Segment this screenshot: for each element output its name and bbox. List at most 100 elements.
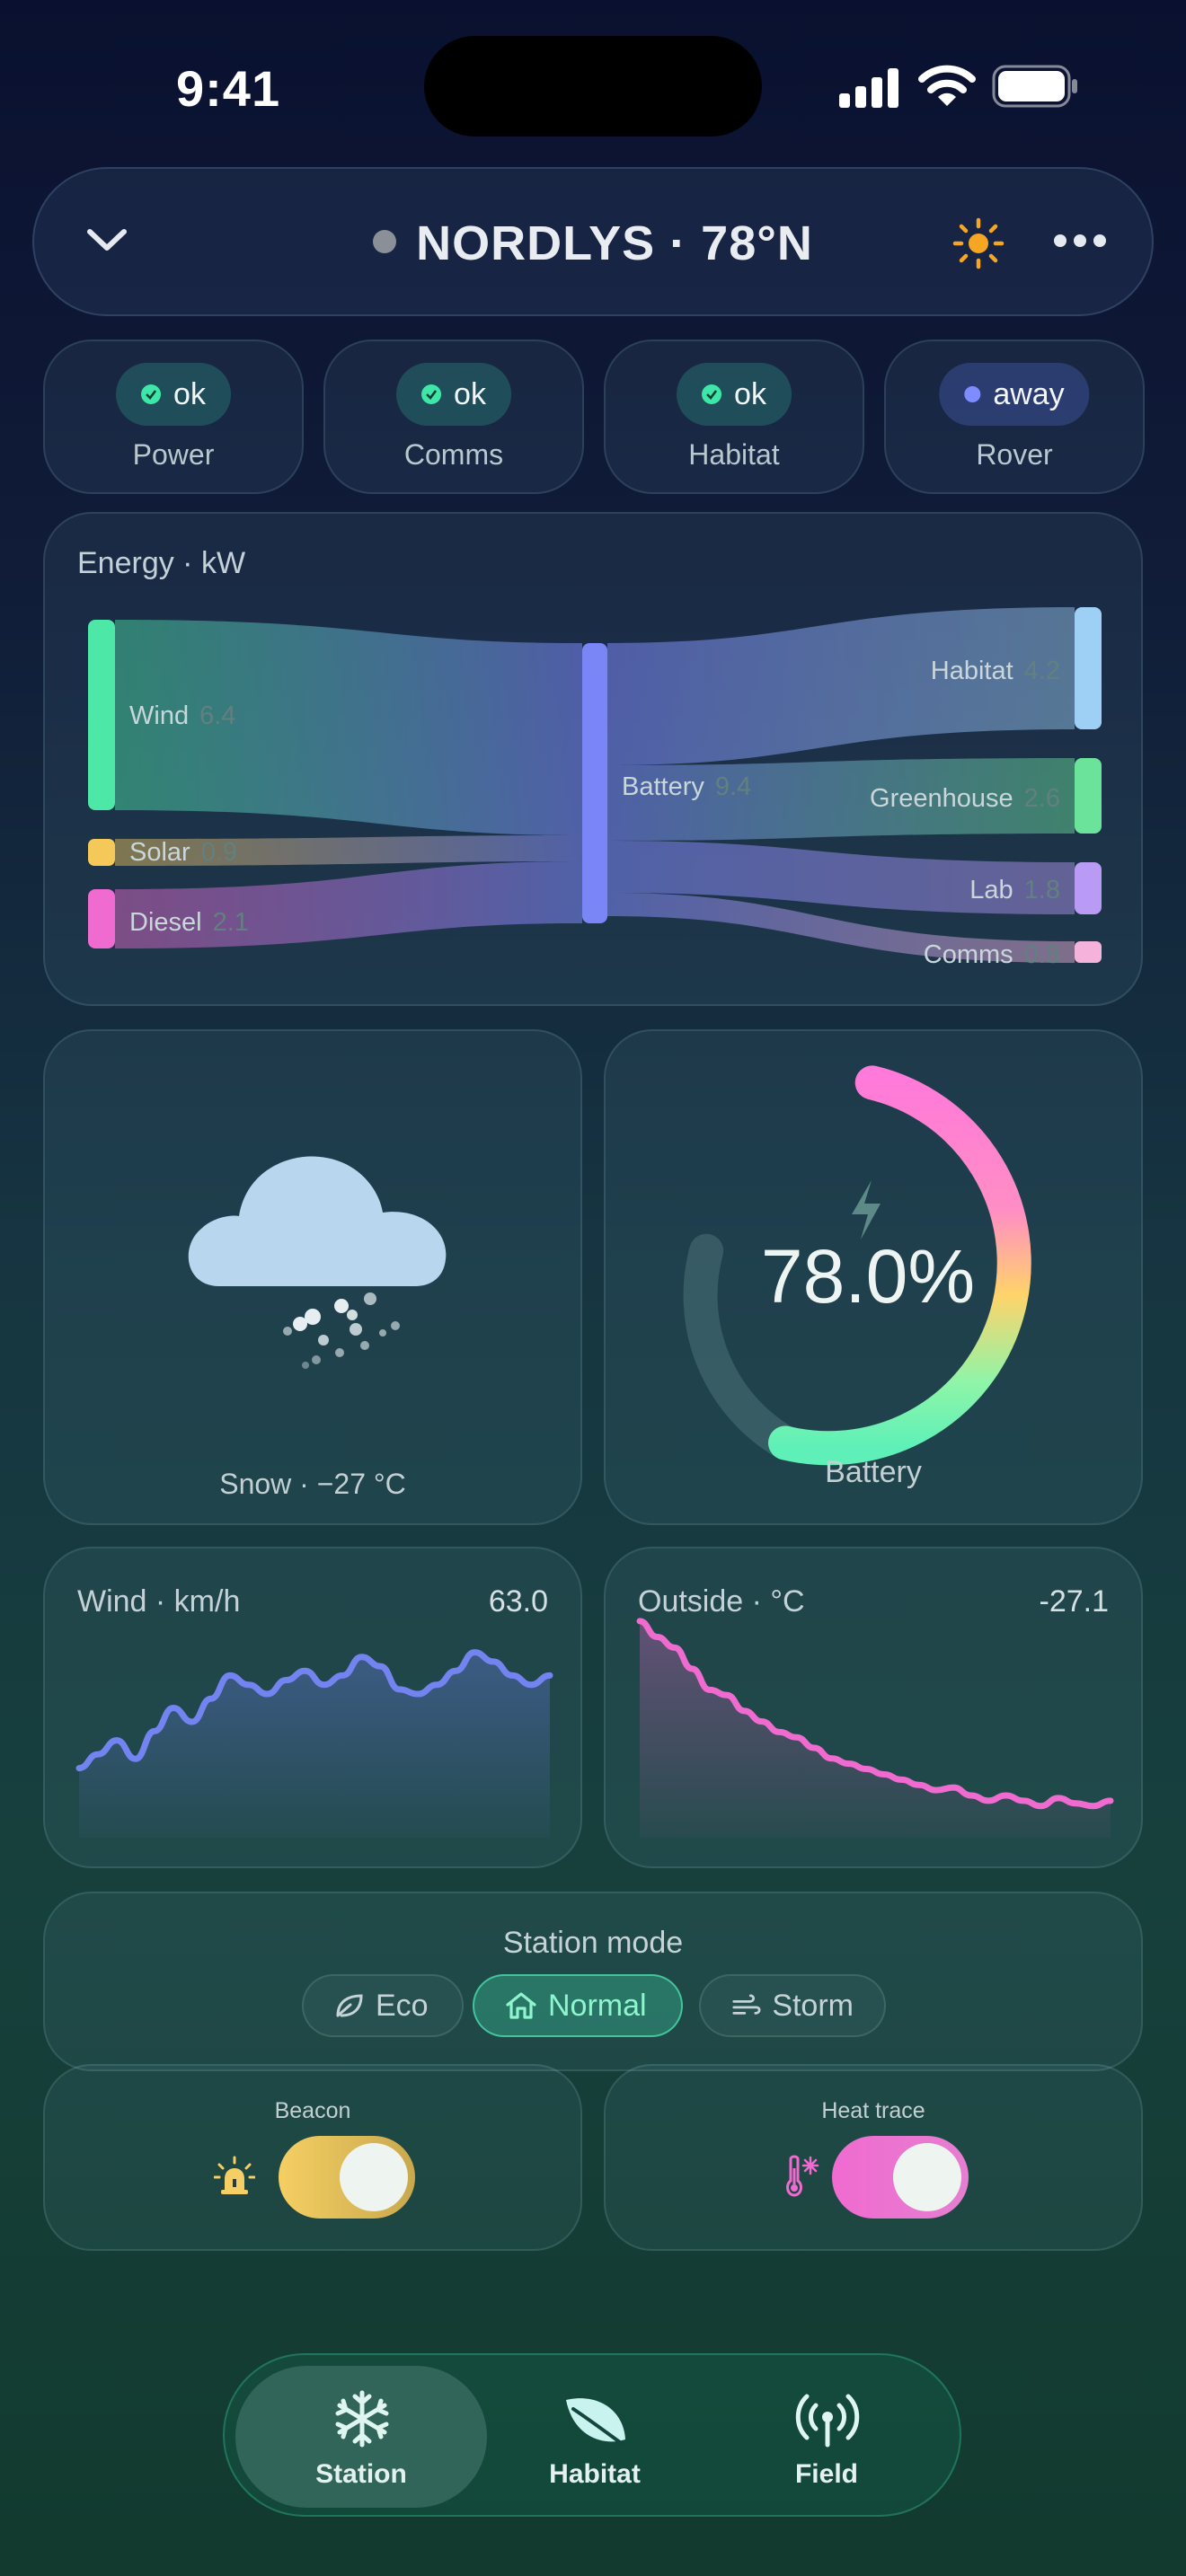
cellular-signal-icon (839, 68, 898, 108)
system-card-power[interactable]: ok Power (43, 340, 304, 494)
svg-text:Habitat4.2: Habitat 4.2 (931, 657, 1060, 685)
station-title-text: NORDLYS · 78°N (416, 216, 813, 270)
battery-gauge: 78.0% (683, 1065, 1031, 1466)
value-comms: 0.8 (1024, 940, 1060, 969)
label-greenhouse: Greenhouse (870, 784, 1013, 813)
snow-cloud-icon (188, 1156, 447, 1369)
connection-dot (373, 229, 397, 253)
more-icon[interactable] (1053, 232, 1107, 250)
label-battery: Battery (622, 772, 704, 801)
tab-habitat-label: Habitat (549, 2459, 641, 2489)
system-card-habitat[interactable]: ok Habitat (604, 340, 864, 494)
status-time: 9:41 (176, 60, 281, 117)
svg-text:Wind6.4: Wind 6.4 (129, 701, 235, 730)
mode-normal-label: Normal (548, 1988, 647, 2023)
mode-storm-button[interactable]: Storm (699, 1974, 886, 2037)
tab-station-label: Station (315, 2459, 407, 2489)
heat-trace-label: Heat trace (821, 2098, 925, 2123)
status-text: ok (173, 376, 206, 411)
battery-percent: 78.0% (761, 1234, 975, 1319)
svg-text:Battery9.4: Battery 9.4 (622, 772, 751, 801)
node-lab[interactable] (1075, 862, 1102, 914)
heat-trace-toggle[interactable] (832, 2136, 969, 2219)
tab-field[interactable]: Field (701, 2366, 952, 2508)
node-battery[interactable] (582, 643, 607, 923)
snowflake-icon (335, 2390, 389, 2448)
status-text: away (993, 376, 1065, 411)
temp-chart-card[interactable]: Outside · °C -27.1 (604, 1547, 1143, 1868)
value-greenhouse: 2.6 (1024, 784, 1060, 813)
station-mode-card: Station mode Eco Normal Storm (43, 1892, 1143, 2071)
node-greenhouse[interactable] (1075, 758, 1102, 834)
status-text: ok (454, 376, 486, 411)
status-text: ok (734, 376, 766, 411)
energy-sankey: Wind 6.4 Solar 0.9 Diesel 2.1 Battery 9.4 Ha… (88, 607, 1102, 969)
thermometer-snow-icon (786, 2155, 819, 2197)
wind-chart-card[interactable]: Wind · km/h 63.0 (43, 1547, 582, 1868)
battery-card[interactable]: 78.0% Battery (604, 1029, 1143, 1525)
value-lab: 1.8 (1024, 876, 1060, 904)
status-chip: away (939, 363, 1090, 426)
svg-text:Solar0.9: Solar 0.9 (129, 838, 237, 867)
leaf-icon (336, 1994, 363, 2017)
label-lab: Lab (969, 876, 1013, 904)
wind-chart (75, 1649, 553, 1838)
system-label: Habitat (688, 438, 780, 471)
mode-eco-label: Eco (376, 1988, 429, 2023)
bolt-icon (852, 1180, 881, 1239)
mode-storm-label: Storm (772, 1988, 854, 2023)
node-solar[interactable] (88, 839, 115, 866)
node-diesel[interactable] (88, 889, 115, 948)
beacon-siren-icon (214, 2156, 255, 2194)
wind-gust-icon (732, 1994, 761, 2015)
node-habitat[interactable] (1075, 607, 1102, 729)
status-dot (964, 386, 981, 402)
system-label: Comms (403, 438, 504, 471)
beacon-card: Beacon (43, 2064, 582, 2251)
svg-text:Greenhouse2.6: Greenhouse 2.6 (870, 784, 1060, 813)
system-label: Power (132, 438, 215, 471)
status-chip: ok (396, 363, 511, 426)
tab-bar: Station Habitat Field (223, 2353, 961, 2517)
antenna-icon (795, 2394, 860, 2448)
tab-station[interactable]: Station (235, 2366, 487, 2508)
heat-trace-card: Heat trace (604, 2064, 1143, 2251)
value-solar: 0.9 (201, 838, 237, 867)
mode-normal-button[interactable]: Normal (473, 1974, 683, 2037)
system-card-rover[interactable]: away Rover (884, 340, 1145, 494)
label-solar: Solar (129, 838, 190, 867)
station-header: NORDLYS · 78°N (32, 167, 1154, 316)
node-comms[interactable] (1075, 941, 1102, 963)
mode-eco-button[interactable]: Eco (302, 1974, 464, 2037)
home-icon (506, 1992, 536, 2019)
value-habitat: 4.2 (1024, 657, 1060, 685)
node-wind[interactable] (88, 620, 115, 810)
system-card-comms[interactable]: ok Comms (323, 340, 584, 494)
beacon-toggle[interactable] (279, 2136, 415, 2219)
value-battery: 9.4 (715, 772, 751, 801)
sun-icon[interactable] (952, 217, 1005, 269)
system-label: Rover (976, 438, 1053, 471)
energy-card: Energy · kW Wind 6.4 Solar 0.9 Diesel 2.… (43, 512, 1143, 1006)
battery-status-icon (992, 65, 1077, 108)
toggle-knob (340, 2143, 408, 2211)
label-habitat: Habitat (931, 657, 1013, 685)
label-comms: Comms (924, 940, 1013, 969)
dynamic-island (424, 36, 762, 137)
value-wind: 6.4 (199, 701, 235, 730)
status-chip: ok (116, 363, 231, 426)
svg-text:Diesel2.1: Diesel 2.1 (129, 908, 249, 937)
status-chip: ok (677, 363, 792, 426)
temp-chart (636, 1618, 1114, 1838)
toggle-knob (893, 2143, 961, 2211)
tab-field-label: Field (794, 2459, 858, 2489)
weather-label: Snow · −27 °C (219, 1468, 406, 1500)
value-diesel: 2.1 (213, 908, 249, 937)
check-icon (702, 384, 722, 404)
tab-habitat[interactable]: Habitat (469, 2366, 721, 2508)
flow-habitat (607, 607, 1075, 765)
leaf-icon (566, 2398, 625, 2447)
svg-text:Comms0.8: Comms 0.8 (924, 940, 1060, 969)
weather-card[interactable]: Snow · −27 °C (43, 1029, 582, 1525)
check-icon (421, 384, 442, 404)
